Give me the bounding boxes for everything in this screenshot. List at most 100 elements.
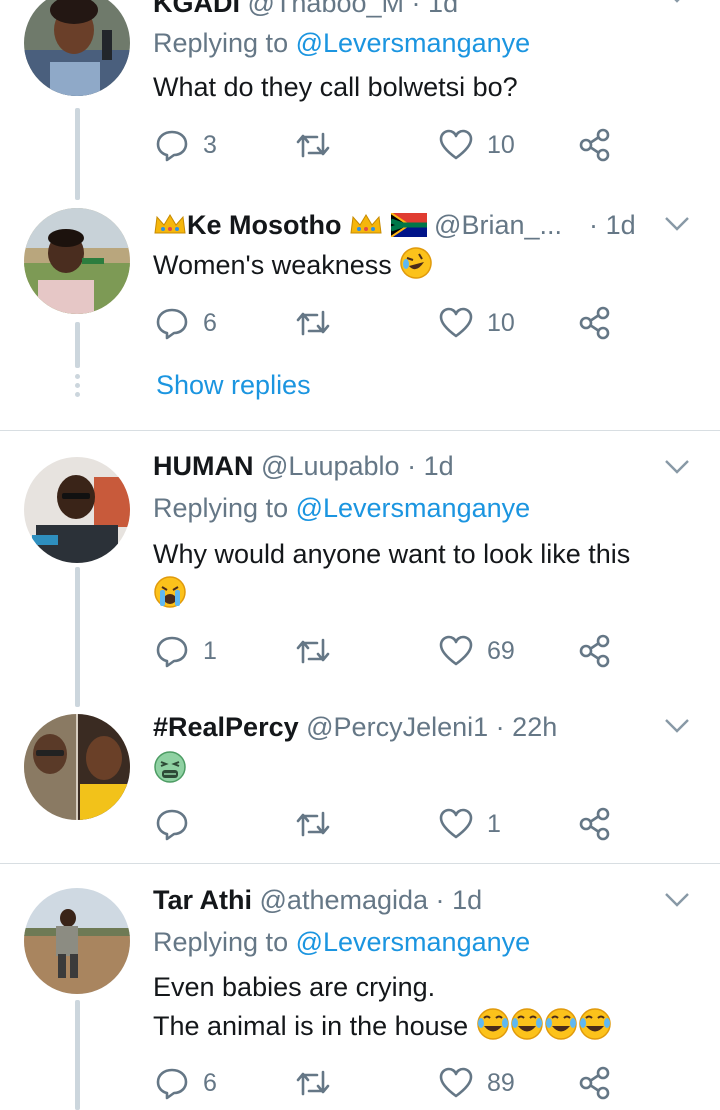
timestamp[interactable]: 1d (606, 210, 636, 240)
mention-link[interactable]: @Leversmanganye (296, 493, 531, 523)
rolling-laughing-emoji-icon (399, 246, 433, 280)
reply-count: 3 (203, 130, 217, 159)
reply-icon (156, 1068, 188, 1100)
joy-emoji-icon (578, 1007, 612, 1041)
tweet-emoji-line (153, 750, 187, 788)
share-button[interactable] (579, 1066, 611, 1100)
show-replies-link[interactable]: Show replies (156, 368, 311, 402)
avatar[interactable] (24, 714, 130, 820)
reply-count: 1 (203, 636, 217, 665)
reply-icon (156, 809, 188, 841)
user-handle[interactable]: @Thaboo_M (248, 0, 405, 18)
tweet-header: Ke Mosotho @Brian_... · 1d (153, 208, 636, 242)
retweet-button[interactable] (295, 634, 331, 668)
reply-button[interactable]: 1 (155, 634, 217, 668)
south-africa-flag-icon (389, 211, 427, 245)
avatar[interactable] (24, 0, 130, 96)
retweet-button[interactable] (295, 128, 331, 162)
retweet-icon (296, 1070, 330, 1096)
share-button[interactable] (579, 807, 611, 841)
user-handle[interactable]: @Luupablo (261, 451, 400, 481)
separator: · (435, 885, 445, 915)
separator: · (407, 451, 417, 481)
tweet-text-line-2: The animal is in the house (153, 1011, 469, 1041)
retweet-button[interactable] (295, 1066, 331, 1100)
timestamp[interactable]: 22h (512, 712, 557, 742)
display-name[interactable]: #RealPercy (153, 712, 299, 742)
retweet-icon (296, 811, 330, 837)
share-icon (579, 634, 610, 668)
tweet-text: What do they call bolwetsi bo? (153, 72, 518, 102)
timestamp[interactable]: 1d (424, 451, 454, 481)
display-name[interactable]: HUMAN (153, 451, 254, 481)
thread-dots (75, 374, 80, 401)
replying-prefix: Replying to (153, 927, 296, 957)
joy-emoji-icon (510, 1007, 544, 1041)
like-button[interactable]: 89 (439, 1066, 515, 1100)
joy-emoji-icon (476, 1007, 510, 1041)
separator: · (495, 712, 505, 742)
reply-button[interactable]: 3 (155, 128, 217, 162)
reply-button[interactable] (155, 807, 203, 841)
separator: · (589, 210, 599, 240)
crown-emoji-icon (349, 211, 383, 245)
user-handle[interactable]: @PercyJeleni1 (306, 712, 488, 742)
chevron-down-icon[interactable] (664, 0, 690, 9)
share-icon (579, 1066, 610, 1100)
like-count: 10 (487, 130, 515, 159)
retweet-button[interactable] (295, 306, 331, 340)
joy-emoji-icon (544, 1007, 578, 1041)
like-button[interactable]: 10 (439, 128, 515, 162)
mention-link[interactable]: @Leversmanganye (296, 927, 531, 957)
share-icon (579, 807, 610, 841)
timestamp[interactable]: 1d (452, 885, 482, 915)
heart-icon (439, 129, 473, 160)
share-button[interactable] (579, 128, 611, 162)
avatar[interactable] (24, 888, 130, 994)
retweet-button[interactable] (295, 807, 331, 841)
user-handle[interactable]: @Brian_... (434, 210, 562, 240)
thread-line (75, 1000, 80, 1110)
display-name[interactable]: KGADI (153, 0, 240, 18)
avatar[interactable] (24, 457, 130, 563)
user-handle[interactable]: @athemagida (260, 885, 429, 915)
replying-to: Replying to @Leversmanganye (153, 925, 530, 959)
retweet-icon (296, 638, 330, 664)
chevron-down-icon[interactable] (664, 216, 690, 237)
tweet-text: Women's weakness (153, 250, 392, 280)
mention-link[interactable]: @Leversmanganye (296, 28, 531, 58)
reply-button[interactable]: 6 (155, 1066, 217, 1100)
chevron-down-icon[interactable] (664, 892, 690, 913)
display-name[interactable]: Ke Mosotho (187, 210, 342, 240)
thread-line (75, 108, 80, 200)
avatar[interactable] (24, 208, 130, 314)
reply-icon (156, 636, 188, 668)
tweet-text: Why would anyone want to look like this (153, 539, 631, 569)
divider (0, 430, 720, 431)
share-icon (579, 306, 610, 340)
tweet-actions: 6 10 (155, 306, 635, 340)
share-button[interactable] (579, 306, 611, 340)
share-button[interactable] (579, 634, 611, 668)
like-button[interactable]: 10 (439, 306, 515, 340)
replying-to: Replying to @Leversmanganye (153, 491, 530, 525)
crown-emoji-icon (153, 211, 187, 245)
like-button[interactable]: 69 (439, 634, 515, 668)
thread-line (75, 567, 80, 707)
separator: · (411, 0, 421, 18)
chevron-down-icon[interactable] (664, 459, 690, 480)
tweet-actions: 3 10 (155, 128, 635, 162)
divider (0, 863, 720, 864)
reply-icon (156, 130, 188, 162)
tweet-header: Tar Athi @athemagida · 1d (153, 883, 482, 917)
reply-button[interactable]: 6 (155, 306, 217, 340)
display-name[interactable]: Tar Athi (153, 885, 252, 915)
chevron-down-icon[interactable] (664, 718, 690, 739)
heart-icon (439, 1067, 473, 1098)
replying-prefix: Replying to (153, 28, 296, 58)
like-button[interactable]: 1 (439, 807, 501, 841)
timestamp[interactable]: 1d (428, 0, 458, 18)
tweet-header: #RealPercy @PercyJeleni1 · 22h (153, 710, 557, 744)
replying-to: Replying to @Leversmanganye (153, 26, 530, 60)
heart-icon (439, 635, 473, 666)
